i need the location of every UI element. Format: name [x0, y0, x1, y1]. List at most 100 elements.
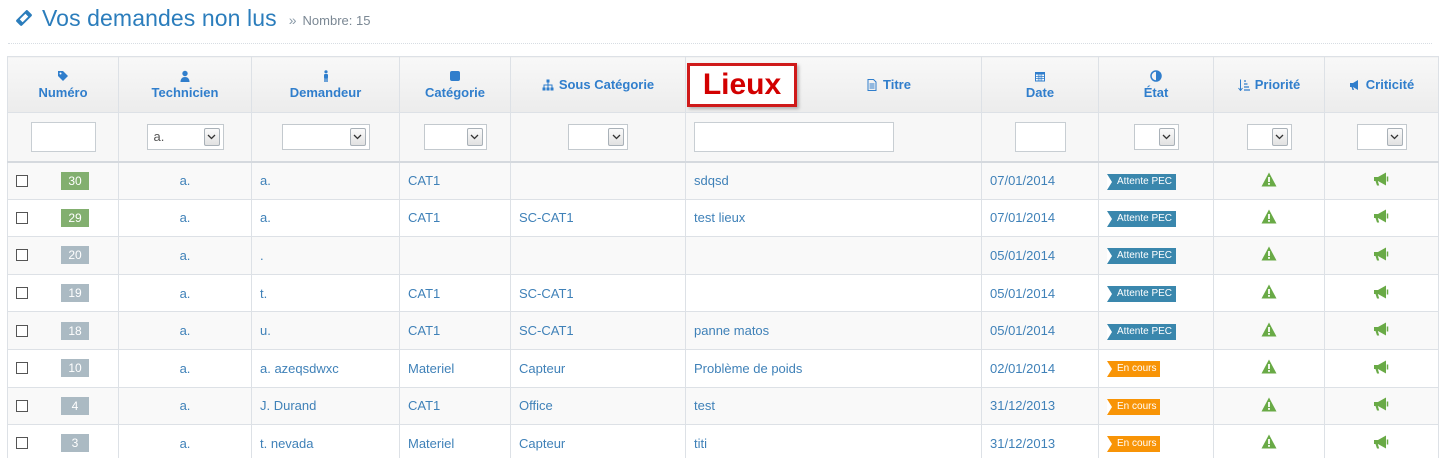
request-number-badge[interactable]: 3: [61, 434, 89, 453]
column-header-criticite[interactable]: Criticité: [1324, 56, 1439, 113]
table-row[interactable]: 10 a. a. azeqsdwxc Materiel Capteur Prob…: [7, 348, 1439, 388]
file-text-icon: [866, 78, 878, 91]
column-header-priorite[interactable]: Priorité: [1213, 56, 1325, 113]
column-header-demandeur[interactable]: Demandeur: [251, 56, 400, 113]
demandeur-cell[interactable]: t. nevada: [251, 424, 400, 458]
filter-cell: a.: [118, 112, 252, 163]
table-row[interactable]: 3 a. t. nevada Materiel Capteur titi 31/…: [7, 424, 1439, 458]
titre-cell[interactable]: titi: [685, 424, 982, 458]
demandeur-cell[interactable]: .: [251, 236, 400, 275]
sous-categorie-cell[interactable]: SC-CAT1: [510, 198, 686, 238]
categorie-cell[interactable]: Materiel: [399, 424, 511, 458]
sous-categorie-cell[interactable]: [510, 161, 686, 200]
column-header-date[interactable]: Date: [981, 56, 1099, 113]
demandeur-cell[interactable]: a.: [251, 198, 400, 238]
technicien-cell[interactable]: a.: [118, 424, 252, 458]
column-header-categorie[interactable]: Catégorie: [399, 56, 511, 113]
bullhorn-icon: [1373, 360, 1390, 377]
demandeur-cell[interactable]: J. Durand: [251, 386, 400, 426]
titre-cell[interactable]: [685, 236, 982, 275]
categorie-cell[interactable]: CAT1: [399, 198, 511, 238]
priority-cell: [1213, 424, 1325, 458]
demandeur-filter-select[interactable]: [281, 123, 370, 150]
priorite-filter-select[interactable]: [1246, 123, 1292, 150]
demandeur-cell[interactable]: u.: [251, 311, 400, 350]
technicien-cell[interactable]: a.: [118, 198, 252, 238]
row-checkbox[interactable]: [16, 249, 28, 262]
date-cell[interactable]: 02/01/2014: [981, 348, 1099, 388]
bullhorn-icon: [1373, 247, 1390, 264]
request-number-badge[interactable]: 29: [61, 208, 89, 227]
row-checkbox[interactable]: [16, 174, 28, 187]
technicien-filter-select[interactable]: a.: [146, 123, 224, 150]
row-checkbox[interactable]: [16, 324, 28, 337]
sous-categorie-cell[interactable]: Capteur: [510, 348, 686, 388]
request-number-badge[interactable]: 20: [61, 246, 89, 265]
numero-filter-input[interactable]: [30, 121, 96, 152]
date-cell[interactable]: 31/12/2013: [981, 386, 1099, 426]
date-cell[interactable]: 05/01/2014: [981, 236, 1099, 275]
table-row[interactable]: 29 a. a. CAT1 SC-CAT1 test lieux 07/01/2…: [7, 198, 1439, 238]
titre-cell[interactable]: test: [685, 386, 982, 426]
titre-cell[interactable]: [685, 273, 982, 313]
sous-categorie-cell[interactable]: SC-CAT1: [510, 273, 686, 313]
demandeur-cell[interactable]: a. azeqsdwxc: [251, 348, 400, 388]
table-row[interactable]: 30 a. a. CAT1 sdqsd 07/01/2014 Attente P…: [7, 161, 1439, 200]
titre-cell[interactable]: panne matos: [685, 311, 982, 350]
table-row[interactable]: 20 a. . 05/01/2014 Attente PEC: [7, 236, 1439, 275]
criticity-cell: [1324, 386, 1439, 426]
sous-categorie-cell[interactable]: Office: [510, 386, 686, 426]
categorie-cell[interactable]: CAT1: [399, 311, 511, 350]
row-select-cell: 4: [7, 386, 119, 426]
request-number-badge[interactable]: 30: [61, 171, 89, 190]
technicien-cell[interactable]: a.: [118, 348, 252, 388]
column-header-numero[interactable]: Numéro: [7, 56, 119, 113]
row-checkbox[interactable]: [16, 362, 28, 375]
sous-categorie-cell[interactable]: SC-CAT1: [510, 311, 686, 350]
column-header-etat[interactable]: État: [1098, 56, 1214, 113]
titre-cell[interactable]: sdqsd: [685, 161, 982, 200]
row-checkbox[interactable]: [16, 287, 28, 300]
priority-cell: [1213, 236, 1325, 275]
request-number-badge[interactable]: 4: [61, 396, 89, 415]
technicien-cell[interactable]: a.: [118, 386, 252, 426]
date-cell[interactable]: 05/01/2014: [981, 273, 1099, 313]
column-header-sous-categorie[interactable]: Sous Catégorie: [510, 56, 686, 113]
request-number-badge[interactable]: 19: [61, 284, 89, 303]
sous-categorie-filter-select[interactable]: [568, 123, 628, 150]
row-checkbox[interactable]: [16, 437, 28, 450]
categorie-cell[interactable]: [399, 236, 511, 275]
technicien-cell[interactable]: a.: [118, 236, 252, 275]
column-header-technicien[interactable]: Technicien: [118, 56, 252, 113]
date-cell[interactable]: 07/01/2014: [981, 161, 1099, 200]
sous-categorie-cell[interactable]: [510, 236, 686, 275]
etat-filter-select[interactable]: [1133, 123, 1179, 150]
technicien-cell[interactable]: a.: [118, 273, 252, 313]
technicien-cell[interactable]: a.: [118, 311, 252, 350]
request-number-badge[interactable]: 18: [61, 321, 89, 340]
table-row[interactable]: 4 a. J. Durand CAT1 Office test 31/12/20…: [7, 386, 1439, 426]
titre-filter-input[interactable]: [694, 121, 894, 152]
table-row[interactable]: 19 a. t. CAT1 SC-CAT1 05/01/2014 Attente…: [7, 273, 1439, 313]
request-number-badge[interactable]: 10: [61, 359, 89, 378]
date-filter-input[interactable]: [1014, 121, 1066, 152]
categorie-cell[interactable]: CAT1: [399, 386, 511, 426]
row-checkbox[interactable]: [16, 399, 28, 412]
bullhorn-icon: [1373, 397, 1390, 414]
titre-cell[interactable]: test lieux: [685, 198, 982, 238]
categorie-cell[interactable]: CAT1: [399, 161, 511, 200]
date-cell[interactable]: 05/01/2014: [981, 311, 1099, 350]
technicien-cell[interactable]: a.: [118, 161, 252, 200]
sous-categorie-cell[interactable]: Capteur: [510, 424, 686, 458]
categorie-filter-select[interactable]: [423, 123, 487, 150]
titre-cell[interactable]: Problème de poids: [685, 348, 982, 388]
date-cell[interactable]: 31/12/2013: [981, 424, 1099, 458]
demandeur-cell[interactable]: t.: [251, 273, 400, 313]
demandeur-cell[interactable]: a.: [251, 161, 400, 200]
date-cell[interactable]: 07/01/2014: [981, 198, 1099, 238]
categorie-cell[interactable]: Materiel: [399, 348, 511, 388]
table-row[interactable]: 18 a. u. CAT1 SC-CAT1 panne matos 05/01/…: [7, 311, 1439, 350]
categorie-cell[interactable]: CAT1: [399, 273, 511, 313]
criticite-filter-select[interactable]: [1356, 123, 1407, 150]
row-checkbox[interactable]: [16, 211, 28, 224]
